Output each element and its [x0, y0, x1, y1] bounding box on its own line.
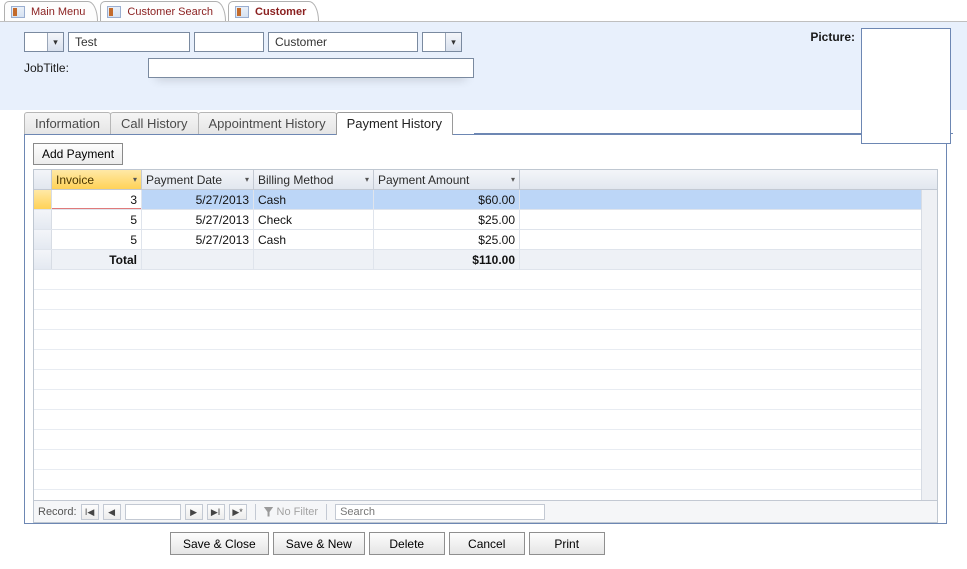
nav-first-button[interactable]: I◀ — [81, 504, 99, 520]
cell-method[interactable]: Cash — [254, 230, 374, 249]
nav-last-button[interactable]: ▶I — [207, 504, 225, 520]
cell-invoice[interactable]: 3 — [52, 190, 142, 209]
cell-method[interactable]: Check — [254, 210, 374, 229]
object-tab-label: Main Menu — [31, 6, 85, 18]
cell-amount[interactable]: $25.00 — [374, 230, 520, 249]
picture-box[interactable] — [861, 28, 951, 144]
cell-method[interactable]: Cash — [254, 190, 374, 209]
save-close-button[interactable]: Save & Close — [170, 532, 269, 555]
cell-invoice[interactable]: 5 — [52, 230, 142, 249]
column-invoice[interactable]: Invoice▾ — [52, 170, 142, 189]
cell-amount[interactable]: $60.00 — [374, 190, 520, 209]
form-icon — [235, 6, 249, 18]
table-row[interactable]: 3 5/27/2013 Cash $60.00 — [34, 190, 937, 210]
chevron-down-icon: ▾ — [133, 175, 137, 184]
jobtitle-label: JobTitle: — [24, 61, 88, 75]
cell-date[interactable]: 5/27/2013 — [142, 210, 254, 229]
cancel-button[interactable]: Cancel — [449, 532, 525, 555]
chevron-down-icon: ▾ — [511, 175, 515, 184]
cell-amount[interactable]: $25.00 — [374, 210, 520, 229]
chevron-down-icon: ▾ — [445, 33, 461, 51]
add-payment-button[interactable]: Add Payment — [33, 143, 123, 165]
total-label: Total — [52, 250, 142, 269]
funnel-icon — [264, 507, 274, 517]
form-action-buttons: Save & Close Save & New Delete Cancel Pr… — [0, 524, 967, 555]
total-amount: $110.00 — [374, 250, 520, 269]
record-number-field[interactable] — [125, 504, 181, 520]
object-tab-label: Customer Search — [127, 6, 213, 18]
object-tab-customer-search[interactable]: Customer Search — [100, 1, 226, 21]
datasheet-body: 3 5/27/2013 Cash $60.00 5 5/27/2013 Chec… — [34, 190, 937, 500]
print-button[interactable]: Print — [529, 532, 605, 555]
delete-button[interactable]: Delete — [369, 532, 445, 555]
jobtitle-field[interactable] — [148, 58, 474, 78]
record-navigator: Record: I◀ ◀ ▶ ▶I ▶* No Filter Search — [34, 500, 937, 522]
record-label: Record: — [38, 506, 77, 518]
middle-name-field[interactable] — [194, 32, 264, 52]
object-tab-main-menu[interactable]: Main Menu — [4, 1, 98, 21]
filter-indicator[interactable]: No Filter — [264, 506, 319, 518]
nav-new-button[interactable]: ▶* — [229, 504, 247, 520]
customer-header-form: ▾ Test Customer ▾ JobTitle: Picture: — [0, 22, 967, 110]
payment-history-page: Add Payment Invoice▾ Payment Date▾ Billi… — [24, 134, 947, 524]
prefix-combo[interactable]: ▾ — [24, 32, 64, 52]
chevron-down-icon: ▾ — [245, 175, 249, 184]
tab-payment-history[interactable]: Payment History — [336, 112, 453, 135]
row-selector[interactable] — [34, 190, 52, 209]
nav-next-button[interactable]: ▶ — [185, 504, 203, 520]
row-selector — [34, 250, 52, 269]
row-selector[interactable] — [34, 210, 52, 229]
tab-appointment-history[interactable]: Appointment History — [198, 112, 337, 134]
form-icon — [11, 6, 25, 18]
chevron-down-icon: ▾ — [47, 33, 63, 51]
row-selector[interactable] — [34, 230, 52, 249]
column-payment-amount[interactable]: Payment Amount▾ — [374, 170, 520, 189]
form-icon — [107, 6, 121, 18]
datasheet-header: Invoice▾ Payment Date▾ Billing Method▾ P… — [34, 170, 937, 190]
save-new-button[interactable]: Save & New — [273, 532, 365, 555]
cell-date[interactable]: 5/27/2013 — [142, 230, 254, 249]
cell-invoice[interactable]: 5 — [52, 210, 142, 229]
table-row[interactable]: 5 5/27/2013 Cash $25.00 — [34, 230, 937, 250]
detail-tabs: Information Call History Appointment His… — [24, 110, 947, 524]
select-all-corner[interactable] — [34, 170, 52, 189]
column-payment-date[interactable]: Payment Date▾ — [142, 170, 254, 189]
tab-information[interactable]: Information — [24, 112, 111, 134]
nav-prev-button[interactable]: ◀ — [103, 504, 121, 520]
column-billing-method[interactable]: Billing Method▾ — [254, 170, 374, 189]
object-tab-label: Customer — [255, 6, 306, 18]
chevron-down-icon: ▾ — [365, 175, 369, 184]
last-name-field[interactable]: Customer — [268, 32, 418, 52]
object-tabs: Main Menu Customer Search Customer — [0, 0, 967, 22]
first-name-field[interactable]: Test — [68, 32, 190, 52]
vertical-scrollbar[interactable] — [921, 190, 937, 500]
tab-call-history[interactable]: Call History — [110, 112, 198, 134]
payments-datasheet: Invoice▾ Payment Date▾ Billing Method▾ P… — [33, 169, 938, 523]
suffix-combo[interactable]: ▾ — [422, 32, 462, 52]
table-total-row: Total $110.00 — [34, 250, 937, 270]
record-search-input[interactable]: Search — [335, 504, 545, 520]
table-row[interactable]: 5 5/27/2013 Check $25.00 — [34, 210, 937, 230]
object-tab-customer[interactable]: Customer — [228, 1, 319, 21]
cell-date[interactable]: 5/27/2013 — [142, 190, 254, 209]
picture-label: Picture: — [810, 30, 855, 44]
